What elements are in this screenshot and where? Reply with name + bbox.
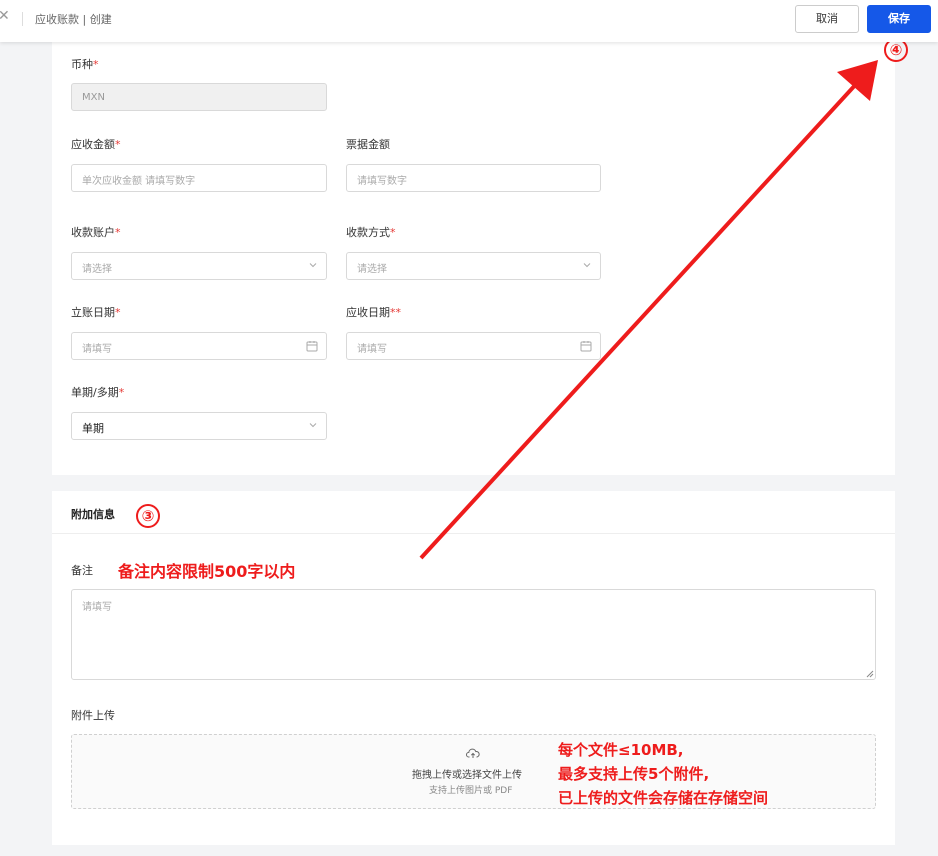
receiving-account-placeholder: 请选择 bbox=[82, 264, 112, 275]
due-date-label: 应收日期** bbox=[346, 306, 401, 319]
booking-date-label: 立账日期* bbox=[71, 306, 121, 319]
receivable-amount-placeholder: 单次应收金额 请填写数字 bbox=[82, 176, 196, 187]
annotation-file-line: 每个文件≤10MB, bbox=[558, 741, 684, 759]
remark-label: 备注 bbox=[71, 564, 93, 577]
divider bbox=[22, 12, 23, 26]
annotation-file-line: 已上传的文件会存储在存储空间 bbox=[558, 789, 769, 807]
section-title: 附加信息 bbox=[71, 508, 115, 521]
chevron-down-icon bbox=[309, 263, 317, 268]
payment-method-select[interactable]: 请选择 bbox=[346, 252, 601, 280]
cancel-button[interactable]: 取消 bbox=[795, 5, 859, 33]
receiving-account-select[interactable]: 请选择 bbox=[71, 252, 327, 280]
upload-instruction: 拖拽上传或选择文件上传 bbox=[412, 770, 522, 781]
period-label: 单期/多期* bbox=[71, 386, 125, 399]
calendar-icon bbox=[580, 341, 592, 352]
receiving-account-label: 收款账户* bbox=[71, 226, 121, 239]
upload-hint: 支持上传图片或 PDF bbox=[429, 786, 513, 796]
upload-cloud-icon bbox=[466, 748, 480, 758]
receivable-amount-input[interactable]: 单次应收金额 请填写数字 bbox=[71, 164, 327, 192]
bill-amount-placeholder: 请填写数字 bbox=[357, 176, 407, 187]
booking-date-picker[interactable]: 请填写 bbox=[71, 332, 327, 360]
bill-amount-label: 票据金额 bbox=[346, 138, 390, 151]
receivable-amount-label: 应收金额* bbox=[71, 138, 121, 151]
divider bbox=[52, 533, 895, 534]
period-value: 单期 bbox=[82, 422, 104, 435]
chevron-down-icon bbox=[583, 263, 591, 268]
booking-date-placeholder: 请填写 bbox=[82, 344, 112, 355]
remark-textarea[interactable]: 请填写 bbox=[71, 589, 876, 680]
annotation-note-limit: 备注内容限制500字以内 bbox=[118, 562, 296, 581]
breadcrumb: 应收账款 | 创建 bbox=[35, 13, 112, 26]
currency-value: MXN bbox=[82, 92, 105, 103]
payment-method-label: 收款方式* bbox=[346, 226, 396, 239]
remark-placeholder: 请填写 bbox=[82, 602, 112, 613]
top-bar: ✕ 应收账款 | 创建 取消 保存 bbox=[0, 0, 938, 42]
currency-field: MXN bbox=[71, 83, 327, 111]
attachment-label: 附件上传 bbox=[71, 709, 115, 722]
currency-label: 币种* bbox=[71, 58, 99, 71]
resize-handle-icon[interactable] bbox=[865, 669, 874, 678]
annotation-circle-3: ③ bbox=[136, 504, 160, 528]
due-date-placeholder: 请填写 bbox=[357, 344, 387, 355]
annotation-file-line: 最多支持上传5个附件, bbox=[558, 765, 710, 783]
payment-method-placeholder: 请选择 bbox=[357, 264, 387, 275]
save-button[interactable]: 保存 bbox=[867, 5, 931, 33]
period-select[interactable]: 单期 bbox=[71, 412, 327, 440]
close-icon[interactable]: ✕ bbox=[0, 8, 10, 24]
calendar-icon bbox=[306, 341, 318, 352]
bill-amount-input[interactable]: 请填写数字 bbox=[346, 164, 601, 192]
due-date-picker[interactable]: 请填写 bbox=[346, 332, 601, 360]
chevron-down-icon bbox=[309, 423, 317, 428]
